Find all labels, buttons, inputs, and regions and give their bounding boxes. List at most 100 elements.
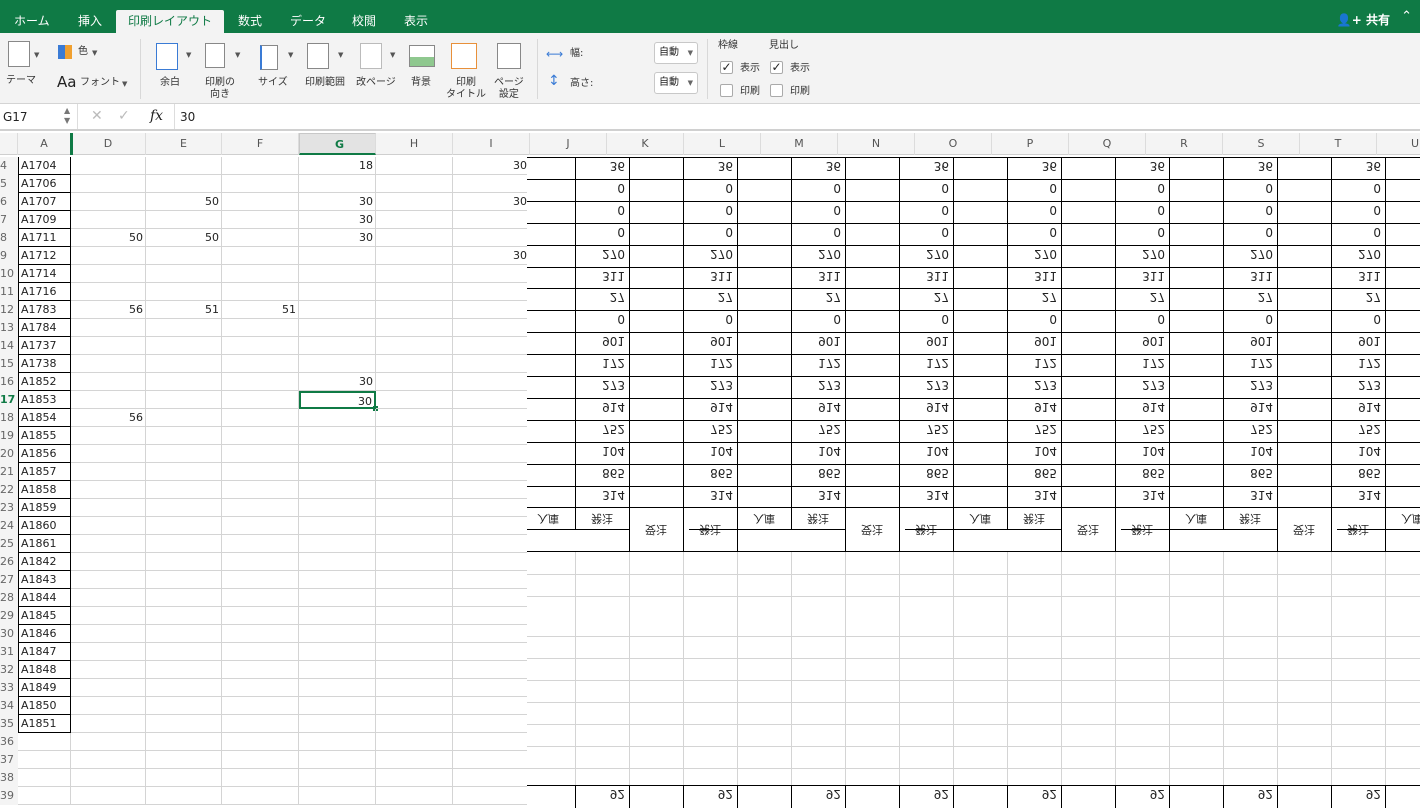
cell-G6[interactable]: 30	[299, 193, 376, 211]
column-header-I[interactable]: I	[453, 133, 530, 155]
headings-view-checkbox[interactable]: ✓	[770, 61, 783, 74]
cell-A36[interactable]	[18, 733, 71, 751]
cell-G23[interactable]	[299, 499, 376, 517]
tab-3[interactable]: 数式	[226, 10, 274, 33]
cell-G10[interactable]	[299, 265, 376, 283]
cell-A5[interactable]: A1706	[18, 175, 71, 193]
row-header-11[interactable]: 11	[0, 283, 18, 301]
share-button[interactable]: 👤+ 共有	[1337, 11, 1390, 28]
row-header-16[interactable]: 16	[0, 373, 18, 391]
cell-A33[interactable]: A1849	[18, 679, 71, 697]
cell-I22[interactable]	[453, 481, 530, 499]
cell-D23[interactable]	[71, 499, 146, 517]
tab-5[interactable]: 校閲	[340, 10, 388, 33]
cell-H36[interactable]	[376, 733, 453, 751]
background-button[interactable]: 背景	[411, 77, 431, 89]
cell-I14[interactable]	[453, 337, 530, 355]
cell-E31[interactable]	[146, 643, 222, 661]
cell-D29[interactable]	[71, 607, 146, 625]
cell-G5[interactable]	[299, 175, 376, 193]
cell-F6[interactable]	[222, 193, 299, 211]
cell-I4[interactable]: 30	[453, 157, 530, 175]
cell-H31[interactable]	[376, 643, 453, 661]
theme-icon[interactable]	[8, 41, 30, 67]
cell-I7[interactable]	[453, 211, 530, 229]
row-header-29[interactable]: 29	[0, 607, 18, 625]
cell-I9[interactable]: 30	[453, 247, 530, 265]
column-header-Q[interactable]: Q	[1069, 133, 1146, 155]
cell-D11[interactable]	[71, 283, 146, 301]
cell-A16[interactable]: A1852	[18, 373, 71, 391]
cell-I35[interactable]	[453, 715, 530, 733]
row-header-30[interactable]: 30	[0, 625, 18, 643]
cell-D34[interactable]	[71, 697, 146, 715]
cell-H11[interactable]	[376, 283, 453, 301]
cell-F12[interactable]: 51	[222, 301, 299, 319]
cell-E25[interactable]	[146, 535, 222, 553]
cell-H22[interactable]	[376, 481, 453, 499]
cell-H35[interactable]	[376, 715, 453, 733]
cell-F4[interactable]	[222, 157, 299, 175]
row-header-31[interactable]: 31	[0, 643, 18, 661]
cell-A8[interactable]: A1711	[18, 229, 71, 247]
row-header-7[interactable]: 7	[0, 211, 18, 229]
cell-H25[interactable]	[376, 535, 453, 553]
column-header-T[interactable]: T	[1300, 133, 1377, 155]
cell-E26[interactable]	[146, 553, 222, 571]
cell-D6[interactable]	[71, 193, 146, 211]
cell-F11[interactable]	[222, 283, 299, 301]
cell-A35[interactable]: A1851	[18, 715, 71, 733]
cell-H21[interactable]	[376, 463, 453, 481]
cell-A39[interactable]	[18, 787, 71, 805]
cell-A38[interactable]	[18, 769, 71, 787]
cell-A14[interactable]: A1737	[18, 337, 71, 355]
cell-F30[interactable]	[222, 625, 299, 643]
cell-H10[interactable]	[376, 265, 453, 283]
cell-H15[interactable]	[376, 355, 453, 373]
column-header-O[interactable]: O	[915, 133, 992, 155]
cell-E14[interactable]	[146, 337, 222, 355]
cell-A12[interactable]: A1783	[18, 301, 71, 319]
row-header-39[interactable]: 39	[0, 787, 18, 805]
cell-D26[interactable]	[71, 553, 146, 571]
tab-0[interactable]: ホーム	[2, 10, 62, 33]
cell-E33[interactable]	[146, 679, 222, 697]
cell-D10[interactable]	[71, 265, 146, 283]
cell-E10[interactable]	[146, 265, 222, 283]
cell-A37[interactable]	[18, 751, 71, 769]
row-header-9[interactable]: 9	[0, 247, 18, 265]
cell-D17[interactable]	[71, 391, 146, 409]
cell-E11[interactable]	[146, 283, 222, 301]
cell-F10[interactable]	[222, 265, 299, 283]
row-header-20[interactable]: 20	[0, 445, 18, 463]
cell-I24[interactable]	[453, 517, 530, 535]
cell-I17[interactable]	[453, 391, 530, 409]
column-header-U[interactable]: U	[1377, 133, 1420, 155]
cell-G18[interactable]	[299, 409, 376, 427]
cell-G38[interactable]	[299, 769, 376, 787]
cell-F38[interactable]	[222, 769, 299, 787]
cell-I36[interactable]	[453, 733, 530, 751]
cell-D38[interactable]	[71, 769, 146, 787]
cell-D12[interactable]: 56	[71, 301, 146, 319]
cell-E38[interactable]	[146, 769, 222, 787]
cell-I13[interactable]	[453, 319, 530, 337]
cell-I19[interactable]	[453, 427, 530, 445]
cell-I30[interactable]	[453, 625, 530, 643]
cell-E17[interactable]	[146, 391, 222, 409]
cell-E8[interactable]: 50	[146, 229, 222, 247]
cell-F39[interactable]	[222, 787, 299, 805]
cell-I29[interactable]	[453, 607, 530, 625]
function-icon[interactable]: fx	[150, 108, 163, 124]
tab-4[interactable]: データ	[278, 10, 338, 33]
theme-button[interactable]: テーマ	[6, 75, 36, 87]
cell-A21[interactable]: A1857	[18, 463, 71, 481]
cell-I33[interactable]	[453, 679, 530, 697]
column-header-P[interactable]: P	[992, 133, 1069, 155]
cell-F7[interactable]	[222, 211, 299, 229]
column-header-E[interactable]: E	[146, 133, 222, 155]
cell-E34[interactable]	[146, 697, 222, 715]
cell-D13[interactable]	[71, 319, 146, 337]
cell-E16[interactable]	[146, 373, 222, 391]
cell-A17[interactable]: A1853	[18, 391, 71, 409]
